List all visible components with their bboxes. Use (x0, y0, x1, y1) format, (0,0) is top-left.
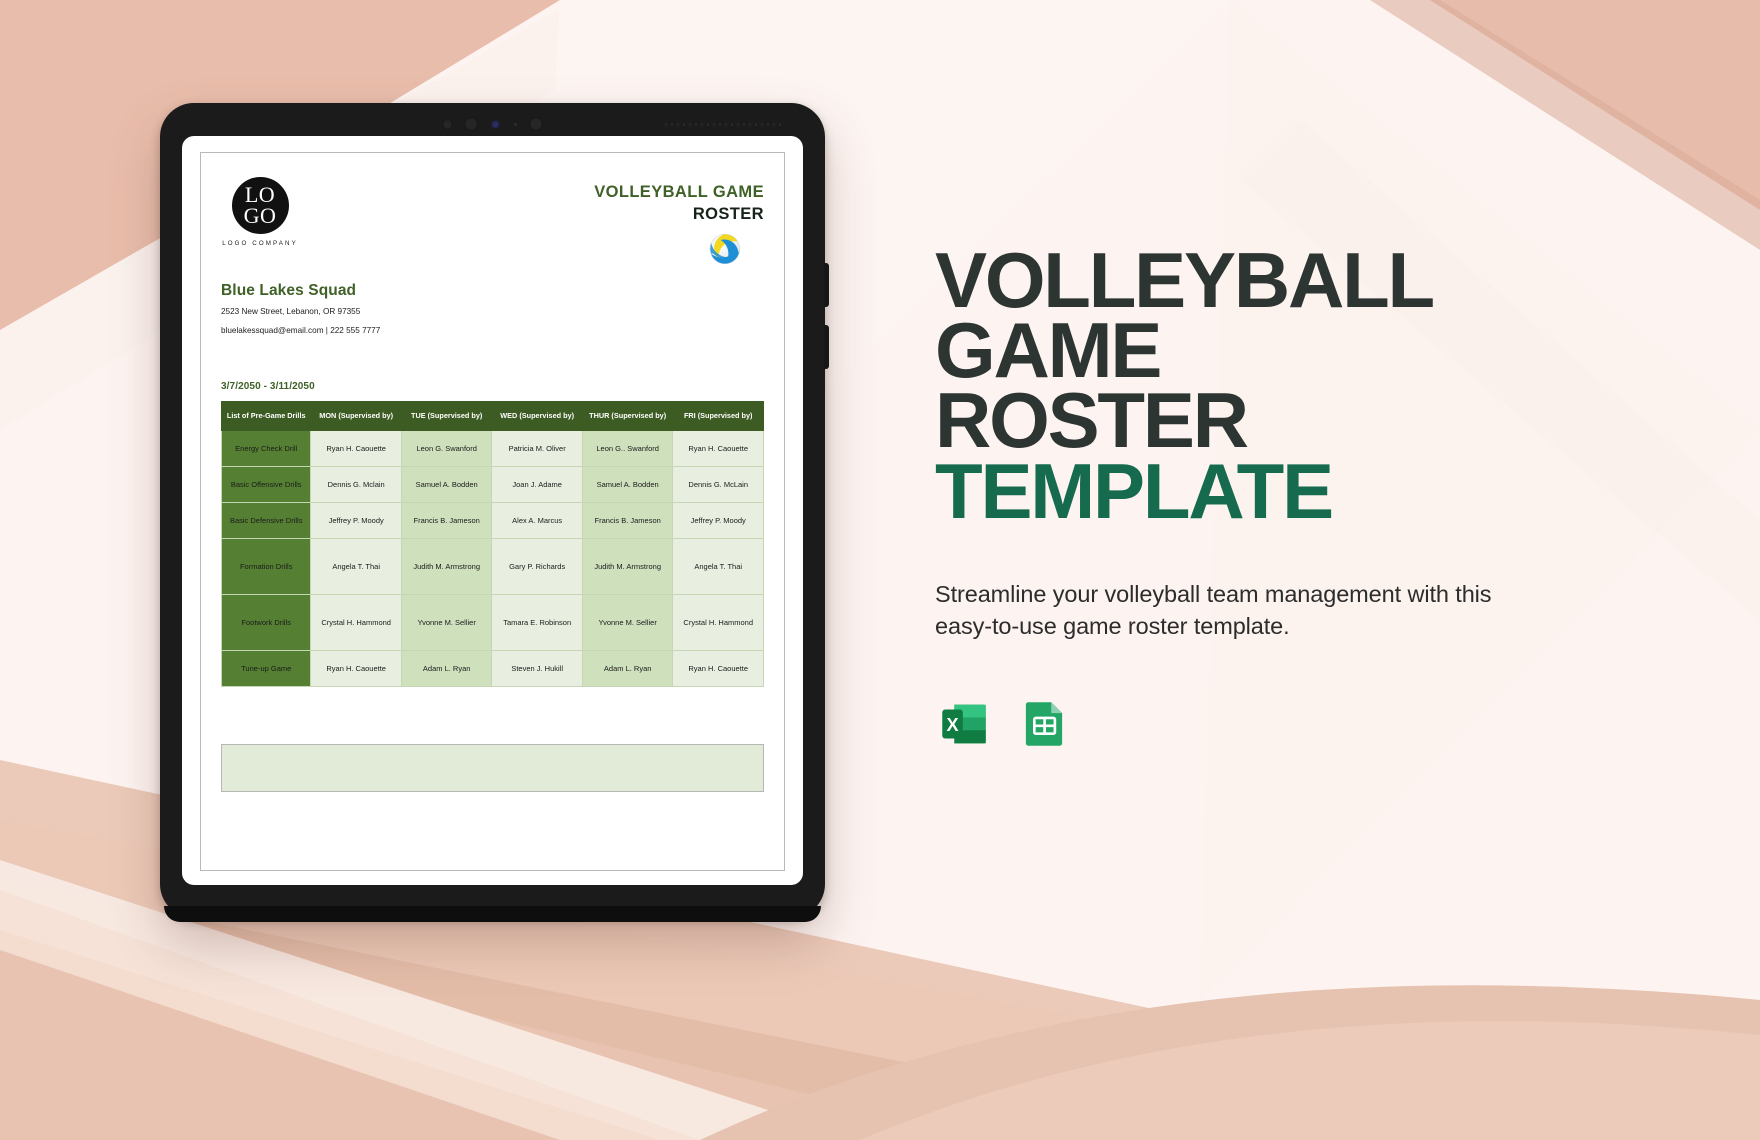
tablet-screen: LO GO LOGO COMPANY VOLLEYBALL GAME ROSTE… (182, 136, 803, 885)
google-sheets-icon[interactable] (1015, 695, 1073, 753)
team-name: Blue Lakes Squad (221, 282, 357, 299)
team-contact: bluelakessquad@email.com | 222 555 7777 (221, 325, 381, 335)
cell-fri: Dennis G. McLain (672, 466, 764, 504)
cell-tue: Yvonne M. Sellier (400, 594, 493, 652)
cell-wed: Gary P. Richards (491, 538, 583, 596)
cell-tue: Leon G. Swanford (400, 430, 493, 468)
column-header-wed: WED (Supervised by) (491, 401, 583, 432)
table-row: Formation Drills Angela T. Thai Judith M. … (220, 538, 764, 596)
promo-panel: VOLLEYBALL GAME ROSTER TEMPLATE Streamli… (935, 241, 1635, 753)
volume-down-button[interactable] (824, 325, 829, 369)
cell-mon: Dennis G. Mclain (310, 466, 402, 504)
cell-fri: Ryan H. Caouette (672, 430, 764, 468)
excel-icon-letter: X (946, 714, 958, 734)
document-title-line2: ROSTER (692, 205, 764, 223)
cell-mon: Angela T. Thai (310, 538, 402, 596)
promo-title-line4: TEMPLATE (935, 446, 1334, 535)
roster-document: LO GO LOGO COMPANY VOLLEYBALL GAME ROSTE… (200, 152, 785, 871)
cell-wed: Tamara E. Robinson (491, 594, 583, 652)
cell-wed: Joan J. Adame (491, 466, 583, 504)
cell-drill-name: Energy Check Drill (220, 430, 312, 468)
document-blank-area (221, 687, 764, 745)
roster-table: List of Pre-Game Drills MON (Supervised … (220, 401, 764, 688)
volleyball-icon-wrap (594, 232, 764, 266)
speaker-grille (665, 123, 785, 126)
front-camera-icon (489, 117, 502, 131)
cell-drill-name: Tune-up Game (220, 650, 312, 688)
secondary-sensor-icon (529, 117, 543, 131)
cell-thur: Leon G.. Swanford (581, 430, 674, 468)
cell-thur: Francis B. Jameson (581, 502, 674, 540)
cell-tue: Samuel A. Bodden (400, 466, 493, 504)
table-row: Basic Offensive Drills Dennis G. Mclain Sa… (220, 466, 764, 504)
cell-tue: Judith M. Armstrong (400, 538, 493, 596)
promo-title: VOLLEYBALL GAME ROSTER TEMPLATE (935, 241, 1635, 530)
document-bottom-padding (221, 792, 764, 816)
cell-mon: Ryan H. Caouette (310, 650, 402, 688)
column-header-fri: FRI (Supervised by) (672, 401, 764, 432)
cell-wed: Steven J. Hukill (491, 650, 583, 688)
cell-drill-name: Footwork Drills (220, 594, 312, 652)
cell-wed: Patricia M. Oliver (491, 430, 583, 468)
promo-subtitle: Streamline your volleyball team manageme… (935, 580, 1492, 640)
cell-fri: Ryan H. Caouette (672, 650, 764, 688)
column-header-tue: TUE (Supervised by) (400, 401, 493, 432)
document-header: LO GO LOGO COMPANY VOLLEYBALL GAME ROSTE… (221, 177, 764, 266)
logo-caption: LOGO COMPANY (222, 240, 298, 247)
document-footer-band (221, 744, 764, 793)
document-title-block: VOLLEYBALL GAME ROSTER (594, 177, 764, 266)
cell-mon: Crystal H. Hammond (310, 594, 402, 652)
excel-icon[interactable]: X (935, 695, 993, 753)
cell-drill-name: Basic Offensive Drills (220, 466, 312, 504)
document-title-line1: VOLLEYBALL GAME (594, 183, 764, 201)
team-info: Blue Lakes Squad 2523 New Street, Lebano… (221, 282, 764, 337)
cell-wed: Alex A. Marcus (491, 502, 583, 540)
team-address: 2523 New Street, Lebanon, OR 97355 (221, 307, 361, 316)
indicator-led-icon (513, 121, 518, 127)
table-row: Basic Defensive Drills Jeffrey P. Moody Fr… (220, 502, 764, 540)
ambient-light-sensor-icon (442, 118, 453, 130)
volume-up-button[interactable] (824, 263, 829, 307)
date-range: 3/7/2050 - 3/11/2050 (221, 381, 315, 393)
volleyball-icon (709, 233, 741, 265)
table-row: Energy Check Drill Ryan H. Caouette Leon G… (220, 430, 764, 468)
tablet-device: LO GO LOGO COMPANY VOLLEYBALL GAME ROSTE… (160, 103, 829, 922)
cell-fri: Angela T. Thai (672, 538, 764, 596)
cell-drill-name: Formation Drills (220, 538, 312, 596)
column-header-mon: MON (Supervised by) (310, 401, 402, 432)
company-logo: LO GO LOGO COMPANY (221, 177, 299, 247)
logo-text-bottom: GO (243, 202, 277, 228)
table-header-row: List of Pre-Game Drills MON (Supervised … (220, 401, 764, 432)
cell-mon: Ryan H. Caouette (310, 430, 402, 468)
file-format-icons: X (935, 695, 1635, 753)
column-header-thur: THUR (Supervised by) (581, 401, 674, 432)
cell-fri: Jeffrey P. Moody (672, 502, 764, 540)
cell-tue: Francis B. Jameson (400, 502, 493, 540)
cell-thur: Samuel A. Bodden (581, 466, 674, 504)
table-row: Tune-up Game Ryan H. Caouette Adam L. Ryan… (220, 650, 764, 688)
proximity-sensor-icon (464, 117, 478, 131)
table-row: Footwork Drills Crystal H. Hammond Yvonne … (220, 594, 764, 652)
cell-thur: Yvonne M. Sellier (581, 594, 674, 652)
cell-tue: Adam L. Ryan (400, 650, 493, 688)
cell-fri: Crystal H. Hammond (672, 594, 764, 652)
cell-thur: Judith M. Armstrong (581, 538, 674, 596)
cell-mon: Jeffrey P. Moody (310, 502, 402, 540)
column-header-drills: List of Pre-Game Drills (220, 401, 312, 432)
cell-thur: Adam L. Ryan (581, 650, 674, 688)
logo-mark-icon: LO GO (231, 177, 289, 234)
cell-drill-name: Basic Defensive Drills (220, 502, 312, 540)
